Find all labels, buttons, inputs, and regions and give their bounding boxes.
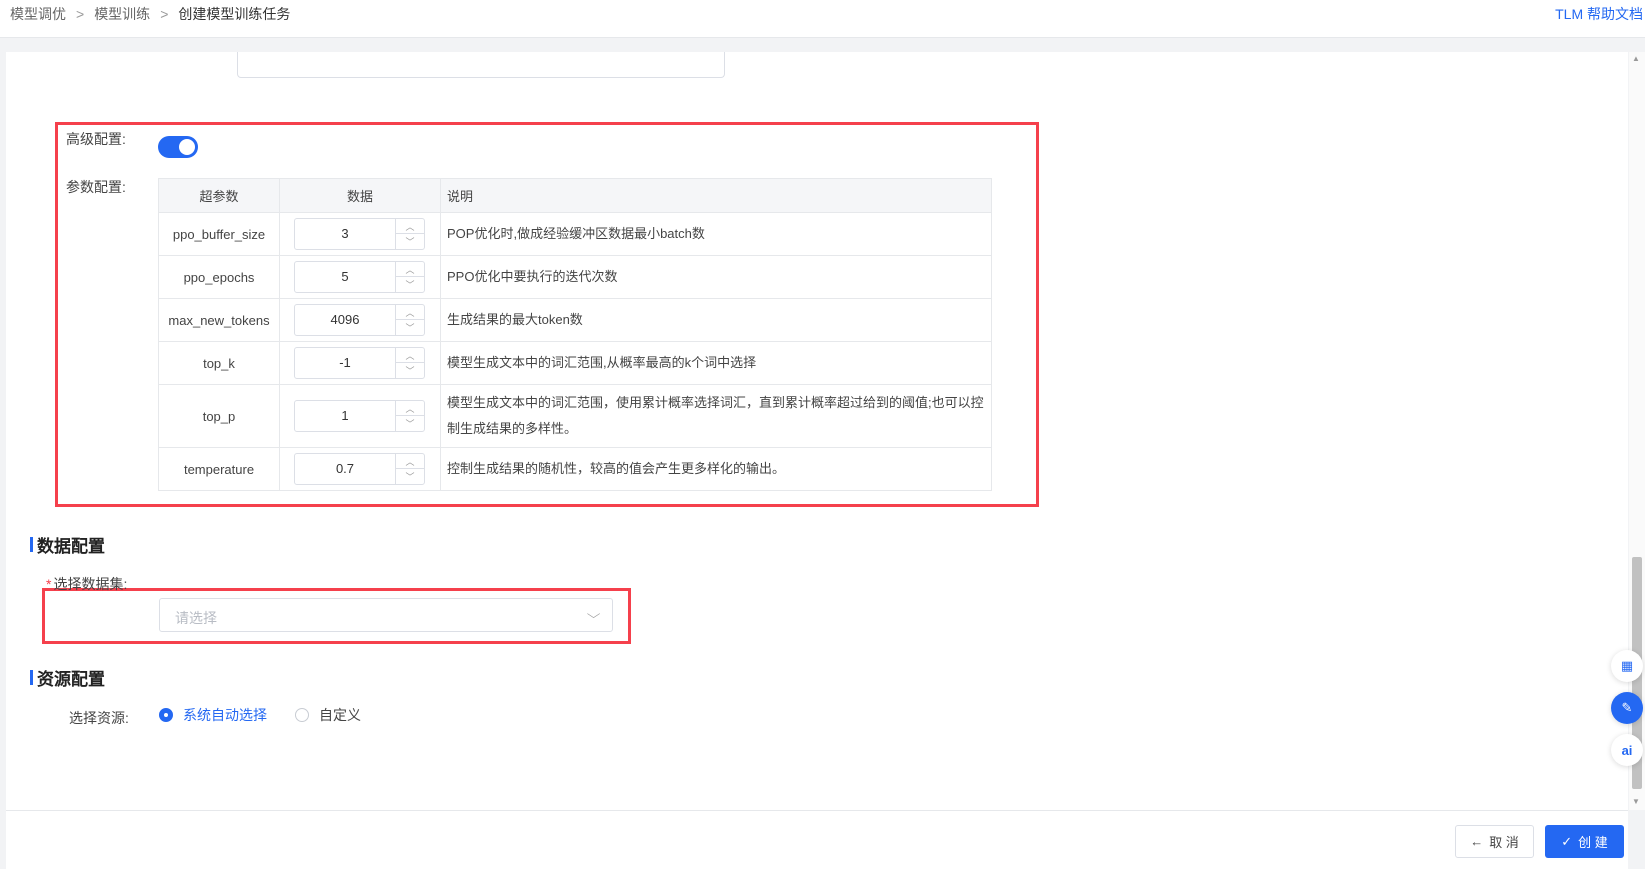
table-row: top_k -1 ︿ ﹀ 模型生成文本中的词汇范围,从概率最高的k个词中选择 <box>158 341 992 385</box>
table-row: ppo_buffer_size 3 ︿ ﹀ POP优化时,做成经验缓冲区数据最小ba… <box>158 212 992 256</box>
toggle-knob <box>179 139 195 155</box>
param-name: ppo_epochs <box>158 255 280 299</box>
footer-bar: ← 取 消 ✓ 创 建 <box>6 810 1628 869</box>
stepper-value[interactable]: 4096 <box>295 305 395 335</box>
param-description: PPO优化中要执行的迭代次数 <box>440 255 992 299</box>
chevron-up-icon[interactable]: ︿ <box>396 305 424 320</box>
dataset-select-placeholder: 请选择 <box>175 610 217 626</box>
scroll-down-arrow-icon[interactable]: ▼ <box>1632 797 1640 806</box>
chevron-up-icon[interactable]: ︿ <box>396 219 424 234</box>
arrow-left-icon: ← <box>1470 834 1484 849</box>
chevron-down-icon[interactable]: ﹀ <box>396 277 424 292</box>
radio-label[interactable]: 自定义 <box>319 705 361 725</box>
chevron-up-icon[interactable]: ︿ <box>396 262 424 277</box>
section-title-resource-config: 资源配置 <box>30 665 105 690</box>
col-header-value: 数据 <box>279 178 441 213</box>
param-name: top_k <box>158 341 280 385</box>
param-name: temperature <box>158 447 280 491</box>
table-row: temperature 0.7 ︿ ﹀ 控制生成结果的随机性，较高的值会产生更多样化… <box>158 447 992 491</box>
chevron-right-icon: > <box>160 6 169 22</box>
qr-code-icon[interactable]: ▦ <box>1611 650 1643 682</box>
radio-label[interactable]: 系统自动选择 <box>183 705 267 725</box>
description-textarea[interactable] <box>237 52 725 78</box>
chevron-down-icon: ⌵ <box>586 607 601 621</box>
cancel-button-label: 取 消 <box>1489 835 1519 850</box>
col-header-hyperparam: 超参数 <box>158 178 280 213</box>
stepper-value[interactable]: -1 <box>295 348 395 378</box>
param-name: top_p <box>158 384 280 448</box>
dataset-label: * 选择数据集: <box>46 574 127 594</box>
create-button-label: 创 建 <box>1578 835 1608 850</box>
ppo-buffer-size-stepper[interactable]: 3 ︿ ﹀ <box>294 218 425 250</box>
table-row: top_p 1 ︿ ﹀ 模型生成文本中的词汇范围，使用累计概率选择词汇，直到累计概率… <box>158 384 992 448</box>
top-k-stepper[interactable]: -1 ︿ ﹀ <box>294 347 425 379</box>
radio-dot[interactable] <box>159 708 173 722</box>
edit-icon[interactable]: ✎ <box>1611 692 1643 724</box>
stepper-value[interactable]: 5 <box>295 262 395 292</box>
main-content: 高级配置: 参数配置: 超参数 数据 说明 ppo_buffer_size 3 ︿… <box>6 52 1628 810</box>
chevron-down-icon[interactable]: ﹀ <box>396 469 424 484</box>
param-description: 生成结果的最大token数 <box>440 298 992 342</box>
resource-label: 选择资源: <box>69 710 129 726</box>
help-docs-link[interactable]: TLM 帮助文档 <box>1555 4 1643 24</box>
radio-custom[interactable]: 自定义 <box>295 705 361 725</box>
chevron-down-icon[interactable]: ﹀ <box>396 320 424 335</box>
param-description: 模型生成文本中的词汇范围，使用累计概率选择词汇，直到累计概率超过给到的阈值;也可… <box>440 384 992 448</box>
section-accent-bar <box>30 537 33 552</box>
breadcrumb-item-current: 创建模型训练任务 <box>178 6 291 22</box>
required-mark: * <box>46 576 52 592</box>
section-title-text: 资源配置 <box>37 670 105 689</box>
chevron-up-icon[interactable]: ︿ <box>396 454 424 469</box>
advanced-config-toggle[interactable] <box>158 136 198 158</box>
chevron-up-icon[interactable]: ︿ <box>396 401 424 416</box>
breadcrumb-item-model-training[interactable]: 模型训练 <box>94 4 150 24</box>
chevron-right-icon: > <box>76 6 85 22</box>
max-new-tokens-stepper[interactable]: 4096 ︿ ﹀ <box>294 304 425 336</box>
create-button[interactable]: ✓ 创 建 <box>1545 825 1624 858</box>
chevron-down-icon[interactable]: ﹀ <box>396 234 424 249</box>
dataset-label-text: 选择数据集: <box>53 576 128 592</box>
advanced-config-label: 高级配置: <box>66 131 126 147</box>
dataset-select[interactable]: 请选择 ⌵ <box>159 598 613 632</box>
ppo-epochs-stepper[interactable]: 5 ︿ ﹀ <box>294 261 425 293</box>
stepper-value[interactable]: 3 <box>295 219 395 249</box>
param-description: POP优化时,做成经验缓冲区数据最小batch数 <box>440 212 992 256</box>
param-description: 模型生成文本中的词汇范围,从概率最高的k个词中选择 <box>440 341 992 385</box>
chevron-down-icon[interactable]: ﹀ <box>396 416 424 431</box>
breadcrumb: 模型调优 > 模型训练 > 创建模型训练任务 <box>10 4 290 24</box>
section-title-text: 数据配置 <box>37 537 105 556</box>
scroll-up-arrow-icon[interactable]: ▲ <box>1632 54 1640 63</box>
table-row: max_new_tokens 4096 ︿ ﹀ 生成结果的最大token数 <box>158 298 992 342</box>
temperature-stepper[interactable]: 0.7 ︿ ﹀ <box>294 453 425 485</box>
stepper-value[interactable]: 1 <box>295 401 395 431</box>
top-bar: 模型调优 > 模型训练 > 创建模型训练任务 TLM 帮助文档 <box>0 0 1645 38</box>
param-config-label: 参数配置: <box>66 179 126 195</box>
radio-dot[interactable] <box>295 708 309 722</box>
param-name: ppo_buffer_size <box>158 212 280 256</box>
param-name: max_new_tokens <box>158 298 280 342</box>
section-title-data-config: 数据配置 <box>30 532 105 557</box>
param-description: 控制生成结果的随机性，较高的值会产生更多样化的输出。 <box>440 447 992 491</box>
cancel-button[interactable]: ← 取 消 <box>1455 825 1534 858</box>
hyperparam-table: 超参数 数据 说明 ppo_buffer_size 3 ︿ ﹀ POP优化时,做成经… <box>158 178 992 491</box>
section-accent-bar <box>30 670 33 685</box>
top-p-stepper[interactable]: 1 ︿ ﹀ <box>294 400 425 432</box>
radio-auto-select[interactable]: 系统自动选择 <box>159 705 267 725</box>
ai-icon[interactable]: ai <box>1611 734 1643 766</box>
stepper-value[interactable]: 0.7 <box>295 454 395 484</box>
col-header-description: 说明 <box>440 178 992 213</box>
breadcrumb-item-model-tuning[interactable]: 模型调优 <box>10 4 66 24</box>
chevron-up-icon[interactable]: ︿ <box>396 348 424 363</box>
table-row: ppo_epochs 5 ︿ ﹀ PPO优化中要执行的迭代次数 <box>158 255 992 299</box>
chevron-down-icon[interactable]: ﹀ <box>396 363 424 378</box>
check-icon: ✓ <box>1561 833 1573 849</box>
